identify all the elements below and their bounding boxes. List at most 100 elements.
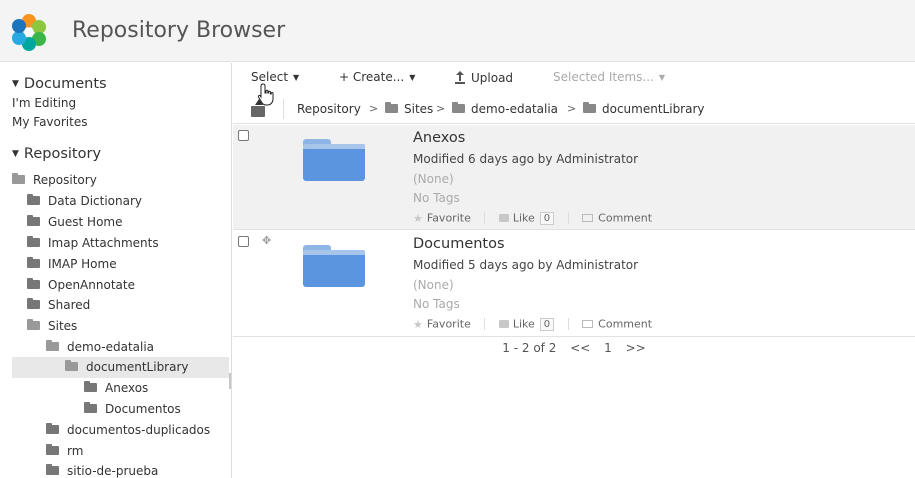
repository-section-toggle[interactable]: ▼ Repository xyxy=(12,146,101,162)
breadcrumb-demo-edatalia[interactable]: demo-edatalia xyxy=(452,102,558,116)
tree-item-data-dictionary[interactable]: Data Dictionary xyxy=(27,191,222,212)
like-action[interactable]: Like 0 xyxy=(498,211,555,225)
comment-icon xyxy=(582,214,594,223)
paginator-page-1[interactable]: 1 xyxy=(604,341,612,355)
upload-icon xyxy=(455,71,465,84)
list-item[interactable]: Anexos Modified 6 days ago by Administra… xyxy=(233,125,915,230)
caret-down-icon: ▼ xyxy=(658,73,666,82)
item-description: (None) xyxy=(413,278,454,292)
paginator: 1 - 2 of 2 << 1 >> xyxy=(233,341,915,363)
main-panel: Select ▼ + Create... ▼ Upload Selected Ite… xyxy=(233,63,915,478)
thumbs-up-icon xyxy=(498,214,509,223)
documents-section-toggle[interactable]: ▼ Documents xyxy=(12,76,107,92)
folder-icon[interactable] xyxy=(303,245,365,287)
tree-item-imap-home[interactable]: IMAP Home xyxy=(27,254,222,275)
alfresco-flower-logo xyxy=(12,14,46,51)
move-icon[interactable]: ✥ xyxy=(262,234,271,247)
folder-icon xyxy=(84,381,97,392)
breadcrumb-separator: > xyxy=(436,102,446,115)
toolbar: Select ▼ + Create... ▼ Upload Selected Ite… xyxy=(233,63,915,94)
paginator-next-button[interactable]: >> xyxy=(626,341,646,355)
star-icon: ★ xyxy=(413,317,423,331)
triangle-down-icon: ▼ xyxy=(12,79,19,89)
sidebar-link-my-favorites[interactable]: My Favorites xyxy=(12,115,87,129)
folder-icon xyxy=(27,298,40,309)
breadcrumb-repository[interactable]: Repository xyxy=(297,102,361,116)
item-tags: No Tags xyxy=(413,191,460,205)
tree-item-repository[interactable]: Repository xyxy=(12,170,222,191)
item-name-link[interactable]: Documentos xyxy=(413,236,505,252)
folder-icon xyxy=(452,102,465,113)
folder-open-icon xyxy=(12,173,25,184)
list-item[interactable]: ✥ Documentos Modified 5 days ago by Admi… xyxy=(233,231,915,337)
folder-icon xyxy=(27,194,40,205)
paginator-range: 1 - 2 of 2 xyxy=(502,341,557,355)
like-count: 0 xyxy=(539,211,555,225)
folder-icon xyxy=(27,236,40,247)
folder-icon xyxy=(27,278,40,289)
item-checkbox[interactable] xyxy=(238,130,249,141)
like-count: 0 xyxy=(539,317,555,331)
item-actions: ★ Favorite Like 0 Comment xyxy=(413,211,652,225)
create-menu-button[interactable]: + Create... ▼ xyxy=(339,70,415,84)
breadcrumb-sites[interactable]: Sites xyxy=(385,102,433,116)
folder-open-icon xyxy=(27,319,40,330)
folder-icon xyxy=(84,402,97,413)
folder-icon xyxy=(46,444,59,455)
favorite-action[interactable]: ★ Favorite xyxy=(413,317,471,331)
item-modified: Modified 5 days ago by Administrator xyxy=(413,258,639,272)
tree-item-documentos-duplicados[interactable]: documentos-duplicados xyxy=(46,420,222,441)
like-action[interactable]: Like 0 xyxy=(498,317,555,331)
tree-item-openannotate[interactable]: OpenAnnotate xyxy=(27,275,222,296)
sidebar-resize-handle[interactable] xyxy=(229,373,231,389)
tree-item-documentos[interactable]: Documentos xyxy=(84,399,222,420)
folder-icon xyxy=(46,464,59,475)
repository-heading: Repository xyxy=(23,146,102,162)
selected-items-menu-button[interactable]: Selected Items... ▼ xyxy=(553,70,665,84)
paginator-prev-button[interactable]: << xyxy=(570,341,590,355)
folder-icon xyxy=(27,215,40,226)
favorite-action[interactable]: ★ Favorite xyxy=(413,211,471,225)
breadcrumb-documentlibrary[interactable]: documentLibrary xyxy=(583,102,705,116)
breadcrumb-separator: > xyxy=(567,102,577,115)
sidebar: ▼ Documents I'm Editing My Favorites ▼ Rep… xyxy=(0,63,232,478)
comment-action[interactable]: Comment xyxy=(582,211,652,225)
folder-open-icon xyxy=(46,340,59,351)
star-icon: ★ xyxy=(413,211,423,225)
app-header: Repository Browser xyxy=(0,0,915,62)
folder-icon xyxy=(46,423,59,434)
tree-item-anexos[interactable]: Anexos xyxy=(84,378,222,399)
caret-down-icon: ▼ xyxy=(409,73,416,82)
folder-icon xyxy=(583,102,596,113)
tree-item-sitio-de-prueba[interactable]: sitio-de-prueba xyxy=(46,461,222,478)
tree-item-imap-attachments[interactable]: Imap Attachments xyxy=(27,233,222,254)
breadcrumb: Repository > Sites > demo-edatalia > doc… xyxy=(233,94,915,124)
folder-up-icon[interactable] xyxy=(251,99,265,117)
item-name-link[interactable]: Anexos xyxy=(413,130,465,146)
tree-item-shared[interactable]: Shared xyxy=(27,295,222,316)
caret-down-icon: ▼ xyxy=(293,73,300,82)
comment-icon xyxy=(582,320,594,329)
breadcrumb-separator: > xyxy=(369,102,379,115)
tree-item-sites[interactable]: Sites xyxy=(27,316,222,337)
documents-heading: Documents xyxy=(23,76,107,92)
folder-icon xyxy=(385,102,398,113)
folder-icon[interactable] xyxy=(303,139,365,181)
thumbs-up-icon xyxy=(498,320,509,329)
folder-open-icon xyxy=(65,360,78,371)
comment-action[interactable]: Comment xyxy=(582,317,652,331)
tree-item-rm[interactable]: rm xyxy=(46,441,222,462)
upload-button[interactable]: Upload xyxy=(455,70,513,85)
sidebar-link-im-editing[interactable]: I'm Editing xyxy=(12,96,76,110)
tree-item-documentlibrary[interactable]: documentLibrary xyxy=(12,357,229,378)
item-description: (None) xyxy=(413,172,454,186)
item-checkbox[interactable] xyxy=(238,236,249,247)
item-tags: No Tags xyxy=(413,297,460,311)
triangle-down-icon: ▼ xyxy=(12,149,19,159)
item-actions: ★ Favorite Like 0 Comment xyxy=(413,317,652,331)
app-title: Repository Browser xyxy=(72,18,286,43)
folder-icon xyxy=(27,257,40,268)
item-modified: Modified 6 days ago by Administrator xyxy=(413,152,639,166)
tree-item-guest-home[interactable]: Guest Home xyxy=(27,212,222,233)
tree-item-demo-edatalia[interactable]: demo-edatalia xyxy=(46,337,222,358)
